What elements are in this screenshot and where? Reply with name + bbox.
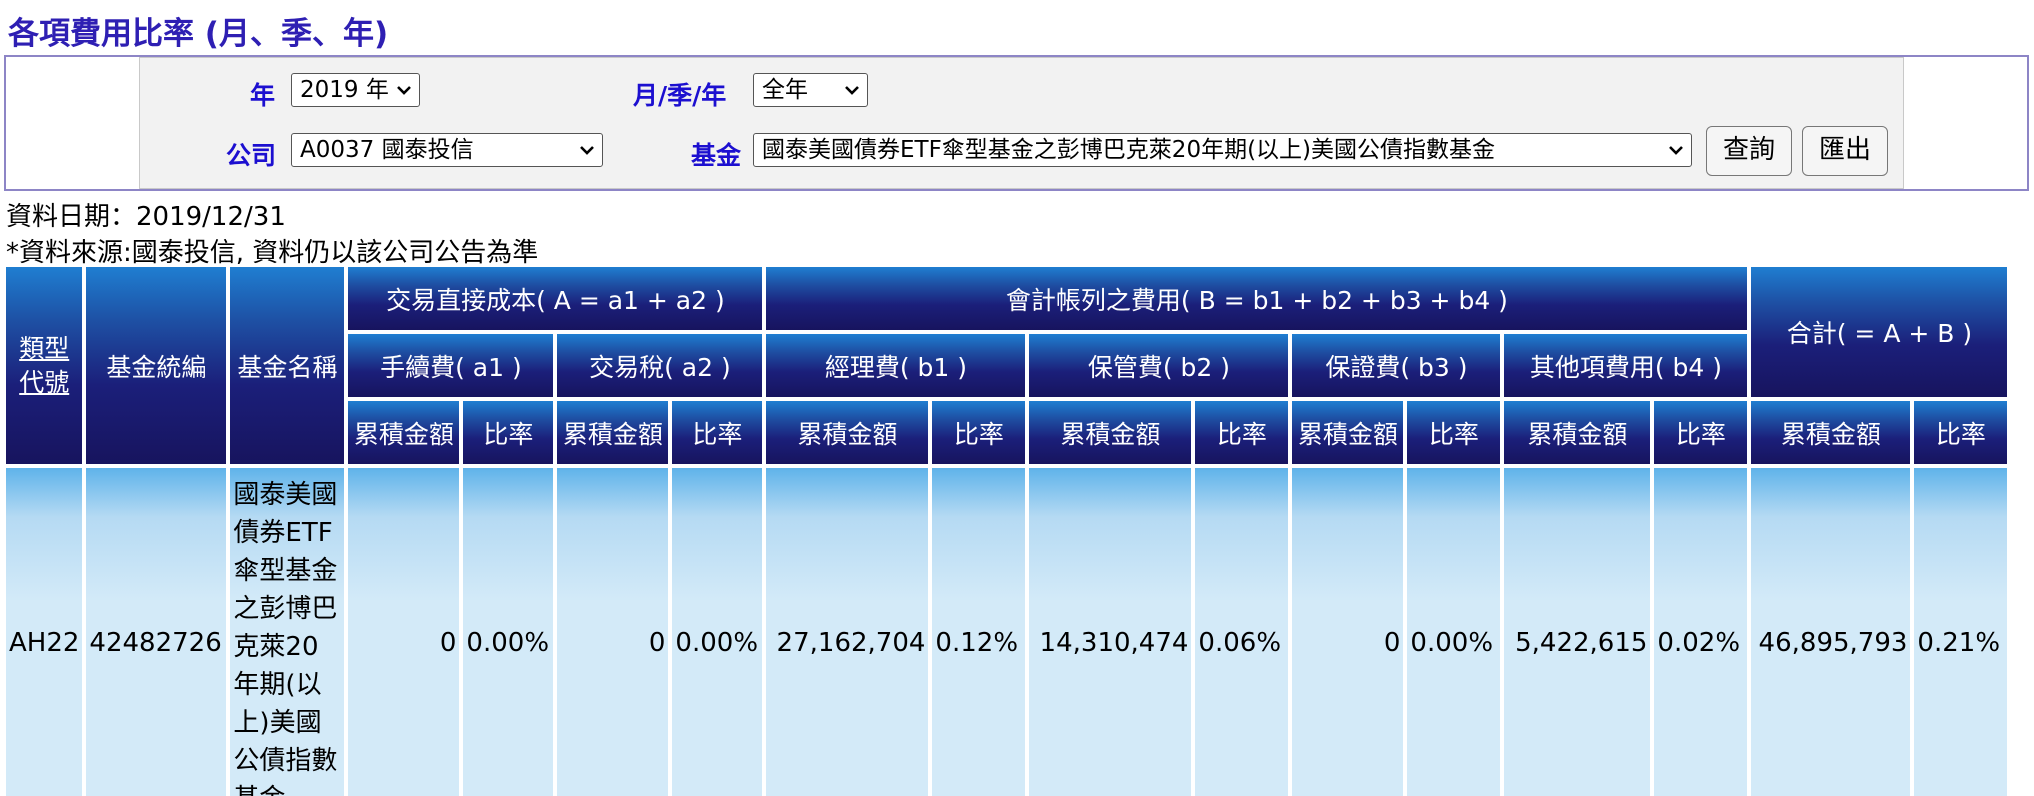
total-ratio-header: 比率 xyxy=(1914,401,2008,464)
year-label: 年 xyxy=(250,81,276,110)
cell-b3-ratio: 0.00% xyxy=(1407,468,1501,796)
b4-header: 其他項費用( b4 ) xyxy=(1504,334,1748,397)
a1-header: 手續費( a1 ) xyxy=(348,334,554,397)
cell-b4-amount: 5,422,615 xyxy=(1504,468,1651,796)
cell-a2-amount: 0 xyxy=(557,468,669,796)
total-group-header: 合計( = A + B ) xyxy=(1751,267,2008,397)
cell-b2-amount: 14,310,474 xyxy=(1029,468,1192,796)
company-select-value: A0037 國泰投信 xyxy=(300,137,474,163)
cell-total-amount: 46,895,793 xyxy=(1751,468,1911,796)
b1-ratio-header: 比率 xyxy=(932,401,1026,464)
year-select-value: 2019 年 xyxy=(300,77,389,103)
cell-fund-name: 國泰美國債券ETF傘型基金之彭博巴克萊20年期(以上)美國公債指數基金 xyxy=(230,468,345,796)
expense-ratio-table: 類型 代號 基金統編 基金名稱 交易直接成本( A = a1 + a2 ) 會計… xyxy=(2,263,2011,796)
direct-cost-group-header: 交易直接成本( A = a1 + a2 ) xyxy=(348,267,763,330)
chevron-down-icon xyxy=(397,86,411,95)
query-button[interactable]: 查詢 xyxy=(1706,126,1792,176)
filter-form: 年 2019 年 月/季/年 全年 公司 A0037 國泰投信 基金 國泰美國債… xyxy=(139,57,1904,189)
a2-ratio-header: 比率 xyxy=(672,401,763,464)
cell-b1-ratio: 0.12% xyxy=(932,468,1026,796)
b1-amount-header: 累積金額 xyxy=(766,401,929,464)
a2-amount-header: 累積金額 xyxy=(557,401,669,464)
chevron-down-icon xyxy=(845,86,859,95)
company-select[interactable]: A0037 國泰投信 xyxy=(291,133,603,167)
b4-ratio-header: 比率 xyxy=(1654,401,1748,464)
a2-header: 交易稅( a2 ) xyxy=(557,334,763,397)
cell-a1-amount: 0 xyxy=(348,468,460,796)
b3-header: 保證費( b3 ) xyxy=(1292,334,1501,397)
cell-b2-ratio: 0.06% xyxy=(1195,468,1289,796)
a1-amount-header: 累積金額 xyxy=(348,401,460,464)
b2-ratio-header: 比率 xyxy=(1195,401,1289,464)
b2-amount-header: 累積金額 xyxy=(1029,401,1192,464)
b1-header: 經理費( b1 ) xyxy=(766,334,1026,397)
fund-name-header: 基金名稱 xyxy=(230,267,345,464)
cell-b1-amount: 27,162,704 xyxy=(766,468,929,796)
data-date: 資料日期：2019/12/31 xyxy=(6,202,286,232)
page-title: 各項費用比率 (月、季、年) xyxy=(8,16,389,52)
chevron-down-icon xyxy=(1669,146,1683,155)
cell-a2-ratio: 0.00% xyxy=(672,468,763,796)
cell-type-code: AH22 xyxy=(6,468,83,796)
b3-ratio-header: 比率 xyxy=(1407,401,1501,464)
export-button[interactable]: 匯出 xyxy=(1802,126,1888,176)
period-select[interactable]: 全年 xyxy=(753,73,868,107)
cell-b4-ratio: 0.02% xyxy=(1654,468,1748,796)
a1-ratio-header: 比率 xyxy=(463,401,554,464)
fund-select-value: 國泰美國債券ETF傘型基金之彭博巴克萊20年期(以上)美國公債指數基金 xyxy=(762,137,1496,163)
cell-fund-id: 42482726 xyxy=(86,468,227,796)
b2-header: 保管費( b2 ) xyxy=(1029,334,1289,397)
filter-panel: 年 2019 年 月/季/年 全年 公司 A0037 國泰投信 基金 國泰美國債… xyxy=(4,55,2029,191)
fund-label: 基金 xyxy=(691,141,742,170)
fund-select[interactable]: 國泰美國債券ETF傘型基金之彭博巴克萊20年期(以上)美國公債指數基金 xyxy=(753,133,1692,167)
b3-amount-header: 累積金額 xyxy=(1292,401,1404,464)
fund-id-header: 基金統編 xyxy=(86,267,227,464)
cell-b3-amount: 0 xyxy=(1292,468,1404,796)
type-code-header[interactable]: 類型 代號 xyxy=(6,267,83,464)
company-label: 公司 xyxy=(226,141,277,170)
table-row: AH22 42482726 國泰美國債券ETF傘型基金之彭博巴克萊20年期(以上… xyxy=(6,468,2008,796)
period-select-value: 全年 xyxy=(762,77,808,103)
accounting-expense-group-header: 會計帳列之費用( B = b1 + b2 + b3 + b4 ) xyxy=(766,267,1748,330)
period-label: 月/季/年 xyxy=(633,81,727,110)
year-select[interactable]: 2019 年 xyxy=(291,73,420,107)
b4-amount-header: 累積金額 xyxy=(1504,401,1651,464)
total-amount-header: 累積金額 xyxy=(1751,401,1911,464)
cell-a1-ratio: 0.00% xyxy=(463,468,554,796)
chevron-down-icon xyxy=(580,146,594,155)
cell-total-ratio: 0.21% xyxy=(1914,468,2008,796)
